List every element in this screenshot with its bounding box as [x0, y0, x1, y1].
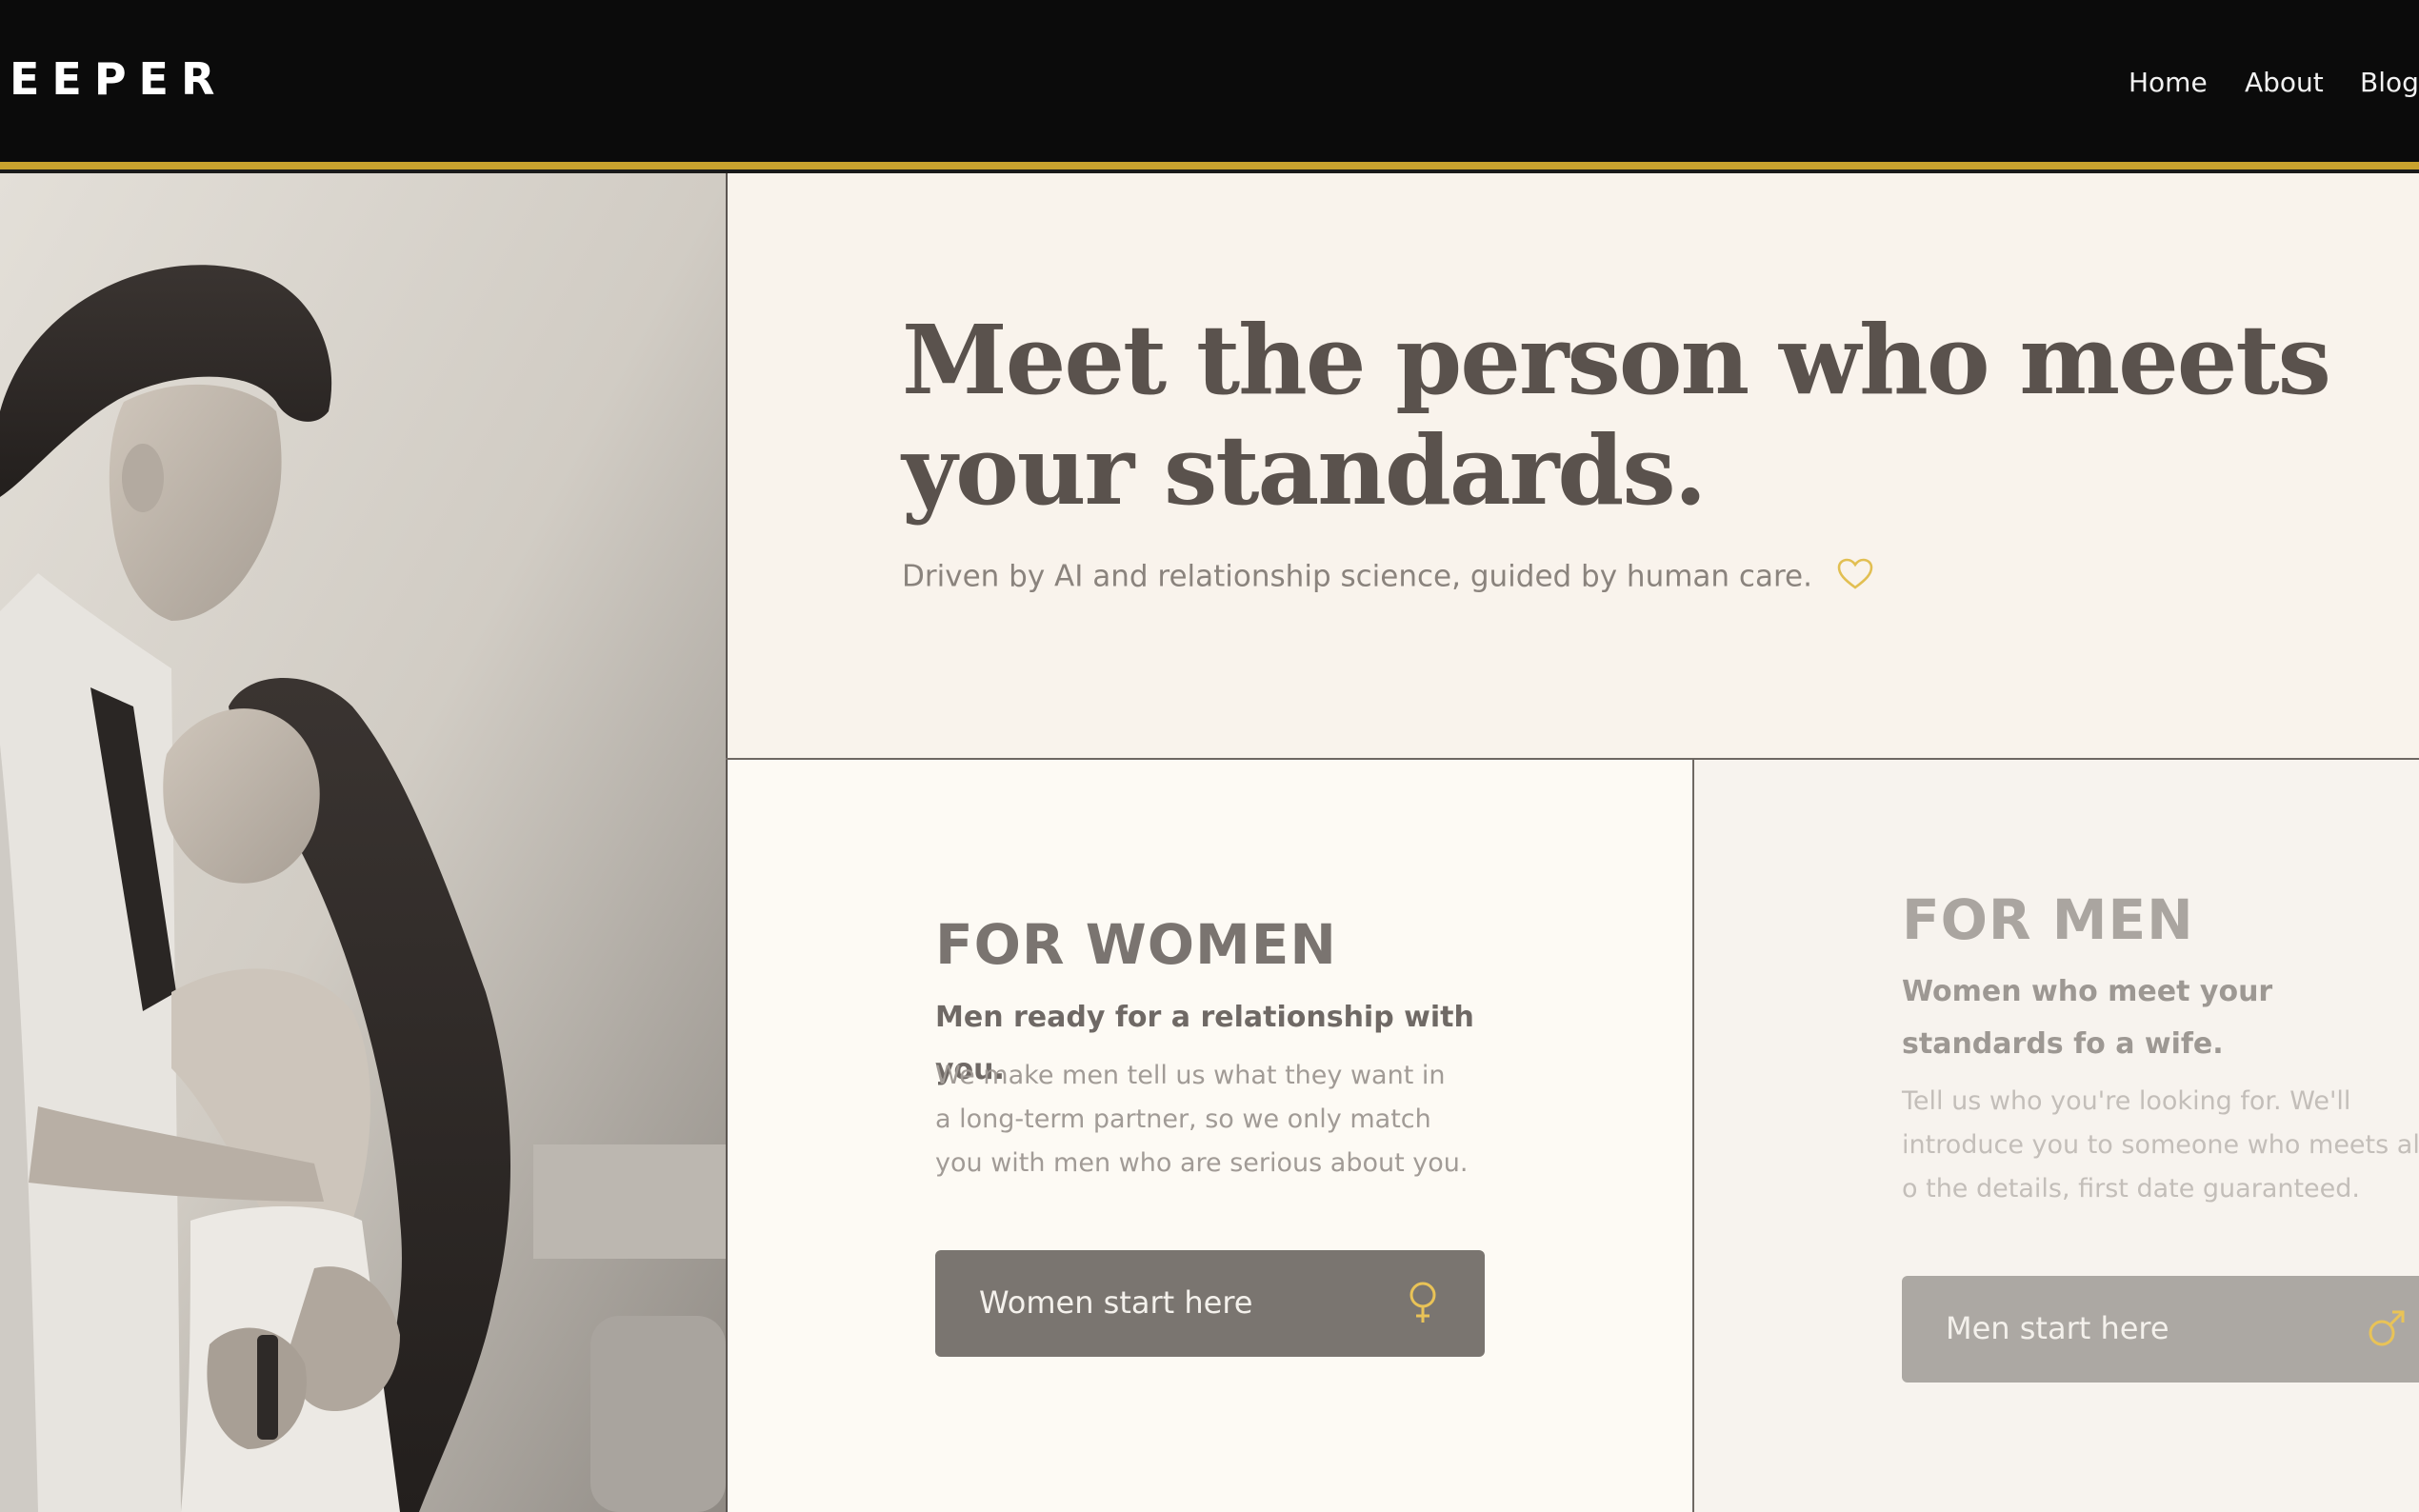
- men-start-button[interactable]: Men start here: [1902, 1276, 2419, 1383]
- women-card: FOR WOMEN Men ready for a relationship w…: [726, 760, 1692, 1512]
- nav-link-blog[interactable]: Blog: [2360, 67, 2419, 98]
- men-card: FOR MEN Women who meet your standards fo…: [1692, 760, 2419, 1512]
- men-start-button-label: Men start here: [1946, 1310, 2169, 1346]
- couple-photo: [0, 173, 726, 1512]
- men-card-subtitle: Women who meet your standards fo a wife.: [1902, 975, 2273, 1061]
- men-card-body: Tell us who you're looking for. We'll in…: [1902, 1086, 2419, 1204]
- header-accent-rule: [0, 162, 2419, 169]
- male-symbol-icon: [2365, 1304, 2409, 1360]
- nav-link-home[interactable]: Home: [2129, 67, 2208, 98]
- hero-subtitle-text: Driven by AI and relationship science, g…: [902, 559, 1812, 594]
- women-card-title: FOR WOMEN: [935, 912, 1337, 977]
- women-start-button[interactable]: Women start here: [935, 1250, 1485, 1357]
- men-card-title: FOR MEN: [1902, 887, 2194, 952]
- heart-icon: [1837, 558, 1873, 598]
- women-start-button-label: Women start here: [979, 1284, 1253, 1321]
- women-card-body: We make men tell us what they want in a …: [935, 1061, 1469, 1178]
- hero-subtitle: Driven by AI and relationship science, g…: [902, 558, 1873, 598]
- nav-link-about[interactable]: About: [2245, 67, 2324, 98]
- site-logo[interactable]: EEPER: [10, 53, 227, 105]
- hero-section: Meet the person who meets your standards…: [726, 173, 2419, 758]
- couple-illustration: [0, 173, 726, 1512]
- hero-title: Meet the person who meets your standards…: [902, 304, 2331, 527]
- female-symbol-icon: [1404, 1279, 1442, 1336]
- top-navigation-bar: EEPER Home About Blog: [0, 0, 2419, 164]
